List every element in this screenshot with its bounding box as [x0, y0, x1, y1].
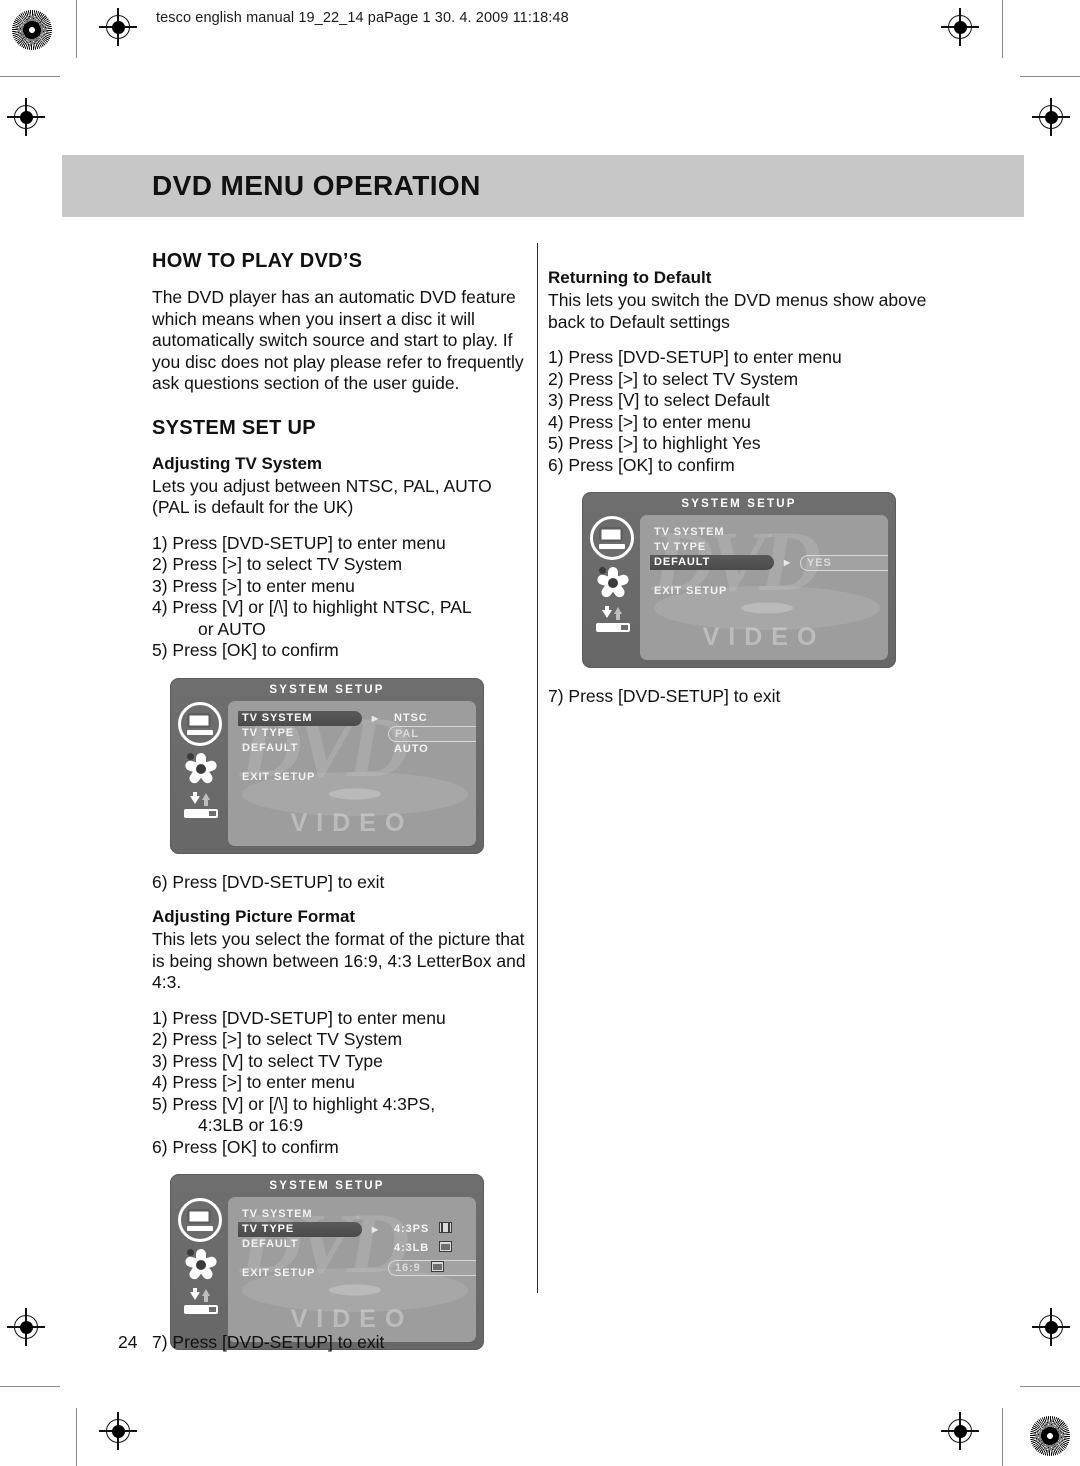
subheading-adjusting-picture-format: Adjusting Picture Format — [152, 907, 356, 926]
osd-menu-item-default[interactable]: DEFAULT — [650, 555, 790, 570]
video-watermark: VIDEO — [290, 808, 414, 837]
returning-to-default-exit-step: 7) Press [DVD-SETUP] to exit — [548, 686, 781, 706]
preference-flower-icon — [596, 566, 630, 600]
list-item: 4) Press [>] to enter menu — [152, 1072, 355, 1092]
tv-system-body: Lets you adjust between NTSC, PAL, AUTO … — [152, 475, 492, 518]
video-watermark: VIDEO — [290, 1305, 414, 1333]
osd-screenshot-tv-type: SYSTEM SETUP DVD VIDEO TV SYSTEM TV TYPE… — [170, 1174, 484, 1350]
monitor-icon — [178, 701, 222, 746]
osd-menu-item-default[interactable]: DEFAULT — [238, 741, 362, 756]
list-item: 5) Press [V] or [/\] to highlight 4:3PS, — [152, 1093, 436, 1114]
osd-sidebar-icons — [590, 516, 636, 636]
osd-panel: DVD VIDEO TV SYSTEM TV TYPE DEFAULT EXIT… — [228, 1197, 476, 1342]
osd-menu-item-tv-system[interactable]: TV SYSTEM — [238, 1207, 362, 1222]
list-item: 2) Press [>] to select TV System — [152, 1029, 403, 1049]
list-item: 1) Press [DVD-SETUP] to enter menu — [548, 347, 842, 367]
page-title: DVD MENU OPERATION — [152, 170, 481, 201]
list-item: 5) Press [OK] to confirm — [152, 640, 339, 660]
audio-level-icon — [596, 606, 630, 636]
list-item: 2) Press [>] to select TV System — [548, 368, 799, 389]
section-heading-how-to-play: HOW TO PLAY DVD’S — [152, 250, 363, 272]
osd-screenshot-default: SYSTEM SETUP DVD VIDEO TV SYSTEM TV TYPE… — [582, 492, 896, 668]
osd-menu-item-tv-system[interactable]: TV SYSTEM — [238, 710, 378, 726]
osd-title: SYSTEM SETUP — [269, 1180, 385, 1192]
osd-value-ntsc[interactable]: NTSC — [388, 711, 476, 726]
list-item: 1) Press [DVD-SETUP] to enter menu — [152, 532, 446, 553]
osd-value-auto[interactable]: AUTO — [388, 742, 476, 757]
osd-sidebar-icons — [178, 1198, 224, 1318]
list-item-continuation: or AUTO — [198, 618, 266, 639]
osd-menu-item-tv-type[interactable]: TV TYPE — [238, 1222, 378, 1237]
aspect-widescreen-icon — [430, 1261, 444, 1272]
monitor-icon — [178, 1198, 222, 1242]
picture-format-body: This lets you select the format of the p… — [152, 929, 526, 992]
osd-panel: DVD VIDEO TV SYSTEM TV TYPE DEFAULT EXIT… — [228, 700, 476, 846]
osd-value-label: 4:3PS — [394, 1223, 430, 1235]
video-watermark: VIDEO — [702, 623, 826, 651]
list-item-continuation: 4:3LB or 16:9 — [198, 1115, 304, 1135]
list-item: 2) Press [>] to select TV System — [152, 554, 403, 574]
how-to-play-body: The DVD player has an automatic DVD feat… — [152, 287, 524, 393]
osd-menu-item-tv-system[interactable]: TV SYSTEM — [650, 525, 774, 540]
osd-menu-item-exit-setup[interactable]: EXIT SETUP — [238, 770, 362, 785]
page-number: 24 — [118, 1332, 138, 1352]
osd-menu-item-exit-setup[interactable]: EXIT SETUP — [238, 1266, 362, 1281]
list-item: 3) Press [V] to select TV Type — [152, 1050, 383, 1071]
subheading-adjusting-tv-system: Adjusting TV System — [152, 453, 323, 473]
tv-system-exit-step: 6) Press [DVD-SETUP] to exit — [152, 871, 385, 892]
right-column: Returning to Default This lets you switc… — [548, 268, 948, 708]
audio-level-icon — [184, 791, 218, 822]
left-column: HOW TO PLAY DVD’S The DVD player has an … — [152, 250, 532, 1350]
list-item: 3) Press [>] to enter menu — [152, 575, 355, 596]
osd-menu-item-tv-type[interactable]: TV TYPE — [238, 726, 362, 741]
picture-format-steps: 1) Press [DVD-SETUP] to enter menu 2) Pr… — [152, 1008, 532, 1159]
chapter-title-bar: DVD MENU OPERATION — [62, 155, 1024, 217]
osd-sidebar-icons — [178, 701, 224, 822]
osd-value-list: YES — [800, 555, 888, 571]
osd-value-list: NTSC PAL AUTO — [388, 711, 476, 757]
osd-value-4-3ps[interactable]: 4:3PS — [388, 1222, 476, 1237]
aspect-pan-scan-icon — [439, 1222, 453, 1233]
tv-system-steps: 1) Press [DVD-SETUP] to enter menu 2) Pr… — [152, 533, 532, 662]
osd-value-yes[interactable]: YES — [800, 555, 888, 571]
subheading-returning-to-default: Returning to Default — [548, 268, 712, 287]
returning-to-default-body: This lets you switch the DVD menus show … — [548, 290, 927, 332]
list-item: 5) Press [>] to highlight Yes — [548, 433, 761, 453]
osd-value-pal[interactable]: PAL — [388, 725, 476, 742]
osd-menu-item-tv-type[interactable]: TV TYPE — [650, 540, 774, 555]
osd-value-label: 16:9 — [395, 1262, 421, 1274]
picture-format-exit-step: 7) Press [DVD-SETUP] to exit — [152, 1332, 385, 1352]
aspect-letterbox-icon — [439, 1241, 453, 1252]
list-item: 1) Press [DVD-SETUP] to enter menu — [152, 1007, 446, 1028]
osd-value-4-3lb[interactable]: 4:3LB — [388, 1241, 476, 1256]
osd-screenshot-tv-system: SYSTEM SETUP DVD VIDEO TV SYSTEM ▶ TV TY… — [170, 677, 484, 854]
osd-menu-item-exit-setup[interactable]: EXIT SETUP — [650, 584, 774, 599]
list-item: 6) Press [OK] to confirm — [548, 454, 735, 475]
column-divider — [537, 243, 539, 1293]
section-heading-system-setup: SYSTEM SET UP — [152, 416, 316, 439]
preference-flower-icon — [184, 1248, 218, 1282]
list-item: 4) Press [>] to enter menu — [548, 411, 751, 432]
osd-menu-item-default[interactable]: DEFAULT — [238, 1237, 362, 1252]
list-item: 4) Press [V] or [/\] to highlight NTSC, … — [152, 597, 472, 617]
osd-panel: DVD VIDEO TV SYSTEM TV TYPE DEFAULT EXIT… — [640, 515, 888, 660]
returning-to-default-steps: 1) Press [DVD-SETUP] to enter menu 2) Pr… — [548, 347, 948, 476]
audio-level-icon — [184, 1288, 218, 1318]
osd-value-label: 4:3LB — [394, 1242, 430, 1254]
osd-menu-list: TV SYSTEM TV TYPE DEFAULT EXIT SETUP — [238, 710, 378, 785]
page-content: DVD MENU OPERATION HOW TO PLAY DVD’S The… — [0, 0, 1080, 1466]
list-item: 3) Press [V] to select Default — [548, 390, 770, 410]
osd-value-list: 4:3PS 4:3LB 16:9 — [388, 1222, 476, 1276]
osd-value-16-9[interactable]: 16:9 — [388, 1260, 476, 1276]
osd-title: SYSTEM SETUP — [681, 498, 797, 510]
osd-menu-list: TV SYSTEM TV TYPE DEFAULT EXIT SETUP — [238, 1207, 378, 1281]
preference-flower-icon — [184, 752, 218, 786]
list-item: 6) Press [OK] to confirm — [152, 1136, 339, 1157]
osd-menu-list: TV SYSTEM TV TYPE DEFAULT EXIT SETUP — [650, 525, 790, 599]
monitor-icon — [590, 516, 634, 560]
osd-title: SYSTEM SETUP — [269, 683, 385, 696]
